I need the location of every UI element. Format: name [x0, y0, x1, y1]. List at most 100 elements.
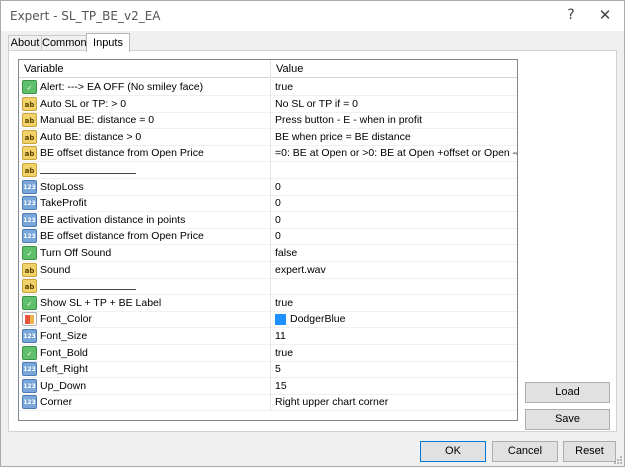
table-row[interactable]: 123 BE offset distance from Open Price 0: [19, 228, 517, 246]
cancel-button[interactable]: Cancel: [492, 441, 558, 462]
variable-name: Font_Bold: [40, 346, 88, 359]
variable-cell[interactable]: 123 BE activation distance in points: [19, 211, 271, 229]
title-bar: Expert - SL_TP_BE_v2_EA ? ✕: [1, 1, 624, 31]
tab-about[interactable]: About: [8, 35, 42, 51]
column-header-value[interactable]: Value: [271, 60, 517, 78]
value-cell[interactable]: 0: [271, 212, 517, 229]
color-swatch: [275, 314, 286, 326]
variable-cell[interactable]: ✓ Alert: ---> EA OFF (No smiley face): [19, 79, 271, 96]
save-button[interactable]: Save: [525, 409, 610, 430]
variable-cell[interactable]: 123 Up_Down: [19, 377, 271, 395]
value-cell[interactable]: [271, 278, 517, 295]
variable-cell[interactable]: 123 BE offset distance from Open Price: [19, 228, 271, 246]
table-row[interactable]: 123 BE activation distance in points 0: [19, 211, 517, 229]
value-cell[interactable]: true: [271, 345, 517, 362]
variable-cell[interactable]: ✓ Show SL + TP + BE Label: [19, 294, 271, 312]
table-row[interactable]: 123 TakeProfit 0: [19, 195, 517, 213]
reset-button[interactable]: Reset: [563, 441, 616, 462]
value-cell[interactable]: true: [271, 79, 517, 96]
value-cell[interactable]: 11: [271, 328, 517, 345]
variable-cell[interactable]: 123 Font_Size: [19, 328, 271, 345]
table-row[interactable]: 123 Font_Size 11: [19, 328, 517, 345]
close-icon[interactable]: ✕: [591, 4, 619, 26]
table-row[interactable]: ab Manual BE: distance = 0 Press button - …: [19, 112, 517, 130]
value-cell[interactable]: =0: BE at Open or >0: BE at Open +offset…: [271, 145, 517, 162]
value-text: 5: [275, 363, 281, 376]
value-text: true: [275, 346, 294, 359]
value-cell[interactable]: 5: [271, 361, 517, 378]
table-row[interactable]: 123 Up_Down 15: [19, 377, 517, 395]
variable-name: Corner: [40, 396, 73, 409]
table-row[interactable]: ✓ Show SL + TP + BE Label true: [19, 294, 517, 312]
table-row[interactable]: ✓ Alert: ---> EA OFF (No smiley face) true: [19, 79, 517, 96]
value-text: Press button - E - when in profit: [275, 114, 423, 127]
value-cell[interactable]: expert.wav: [271, 262, 517, 279]
value-cell[interactable]: 0: [271, 179, 517, 196]
value-cell[interactable]: Press button - E - when in profit: [271, 112, 517, 129]
variable-cell[interactable]: ✓ Font_Bold: [19, 344, 271, 362]
table-row[interactable]: ab: [19, 278, 517, 296]
value-cell[interactable]: 15: [271, 378, 517, 395]
value-cell[interactable]: BE when price = BE distance: [271, 129, 517, 146]
value-text: DodgerBlue: [290, 313, 346, 326]
integer-icon: 123: [22, 229, 37, 244]
value-cell[interactable]: false: [271, 245, 517, 262]
table-row[interactable]: 123 Corner Right upper chart corner: [19, 394, 517, 412]
table-row[interactable]: ab Auto BE: distance > 0 BE when price = B…: [19, 128, 517, 146]
table-row[interactable]: Font_Color DodgerBlue: [19, 311, 517, 329]
string-icon: ab: [22, 163, 37, 177]
integer-icon: 123: [22, 362, 37, 377]
ok-button[interactable]: OK: [420, 441, 486, 462]
help-icon[interactable]: ?: [557, 4, 585, 26]
variable-cell[interactable]: ab Auto BE: distance > 0: [19, 128, 271, 146]
value-text: No SL or TP if = 0: [275, 97, 358, 110]
table-row[interactable]: ✓ Font_Bold true: [19, 344, 517, 362]
value-text: expert.wav: [275, 263, 326, 276]
value-cell[interactable]: true: [271, 295, 517, 312]
window-title: Expert - SL_TP_BE_v2_EA: [10, 9, 161, 23]
table-row[interactable]: ✓ Turn Off Sound false: [19, 245, 517, 262]
variable-cell[interactable]: ab Sound: [19, 261, 271, 279]
inputs-grid[interactable]: Variable Value ✓ Alert: ---> EA OFF (No s…: [18, 59, 518, 421]
variable-name: Alert: ---> EA OFF (No smiley face): [40, 81, 204, 93]
variable-name: StopLoss: [40, 180, 84, 193]
variable-name: Left_Right: [40, 363, 88, 376]
variable-cell[interactable]: 123 Corner: [19, 394, 271, 412]
variable-cell[interactable]: Font_Color: [19, 311, 271, 329]
string-icon: ab: [22, 262, 37, 277]
value-cell[interactable]: 0: [271, 228, 517, 245]
table-row[interactable]: ab Auto SL or TP: > 0 No SL or TP if = 0: [19, 95, 517, 113]
variable-cell[interactable]: ✓ Turn Off Sound: [19, 245, 271, 262]
value-cell[interactable]: No SL or TP if = 0: [271, 96, 517, 113]
value-cell[interactable]: [271, 162, 517, 179]
table-row[interactable]: ab Sound expert.wav: [19, 261, 517, 279]
value-text: 11: [275, 330, 286, 342]
variable-cell[interactable]: ab: [19, 278, 271, 296]
value-cell[interactable]: Right upper chart corner: [271, 394, 517, 411]
grid-header: Variable Value: [19, 60, 517, 78]
value-cell[interactable]: 0: [271, 195, 517, 212]
variable-cell[interactable]: 123 TakeProfit: [19, 195, 271, 213]
variable-cell[interactable]: 123 StopLoss: [19, 178, 271, 196]
integer-icon: 123: [22, 196, 37, 211]
table-row[interactable]: ab: [19, 162, 517, 179]
value-cell[interactable]: DodgerBlue: [271, 311, 517, 328]
value-text: true: [275, 296, 294, 309]
variable-cell[interactable]: ab: [19, 162, 271, 179]
table-row[interactable]: 123 StopLoss 0: [19, 178, 517, 196]
resize-grip-icon[interactable]: [612, 454, 622, 464]
tab-common[interactable]: Common: [41, 35, 87, 51]
variable-cell[interactable]: 123 Left_Right: [19, 361, 271, 379]
tab-inputs[interactable]: Inputs: [86, 33, 130, 52]
variable-cell[interactable]: ab Manual BE: distance = 0: [19, 112, 271, 130]
table-row[interactable]: ab BE offset distance from Open Price =0: …: [19, 145, 517, 163]
string-icon: ab: [22, 279, 37, 294]
column-header-variable[interactable]: Variable: [19, 60, 271, 78]
variable-cell[interactable]: ab Auto SL or TP: > 0: [19, 95, 271, 113]
load-button[interactable]: Load: [525, 382, 610, 403]
variable-cell[interactable]: ab BE offset distance from Open Price: [19, 145, 271, 163]
inputs-panel: Variable Value ✓ Alert: ---> EA OFF (No s…: [8, 50, 617, 432]
table-row[interactable]: 123 Left_Right 5: [19, 361, 517, 379]
separator-line: [40, 289, 136, 291]
variable-name: Turn Off Sound: [40, 247, 112, 259]
